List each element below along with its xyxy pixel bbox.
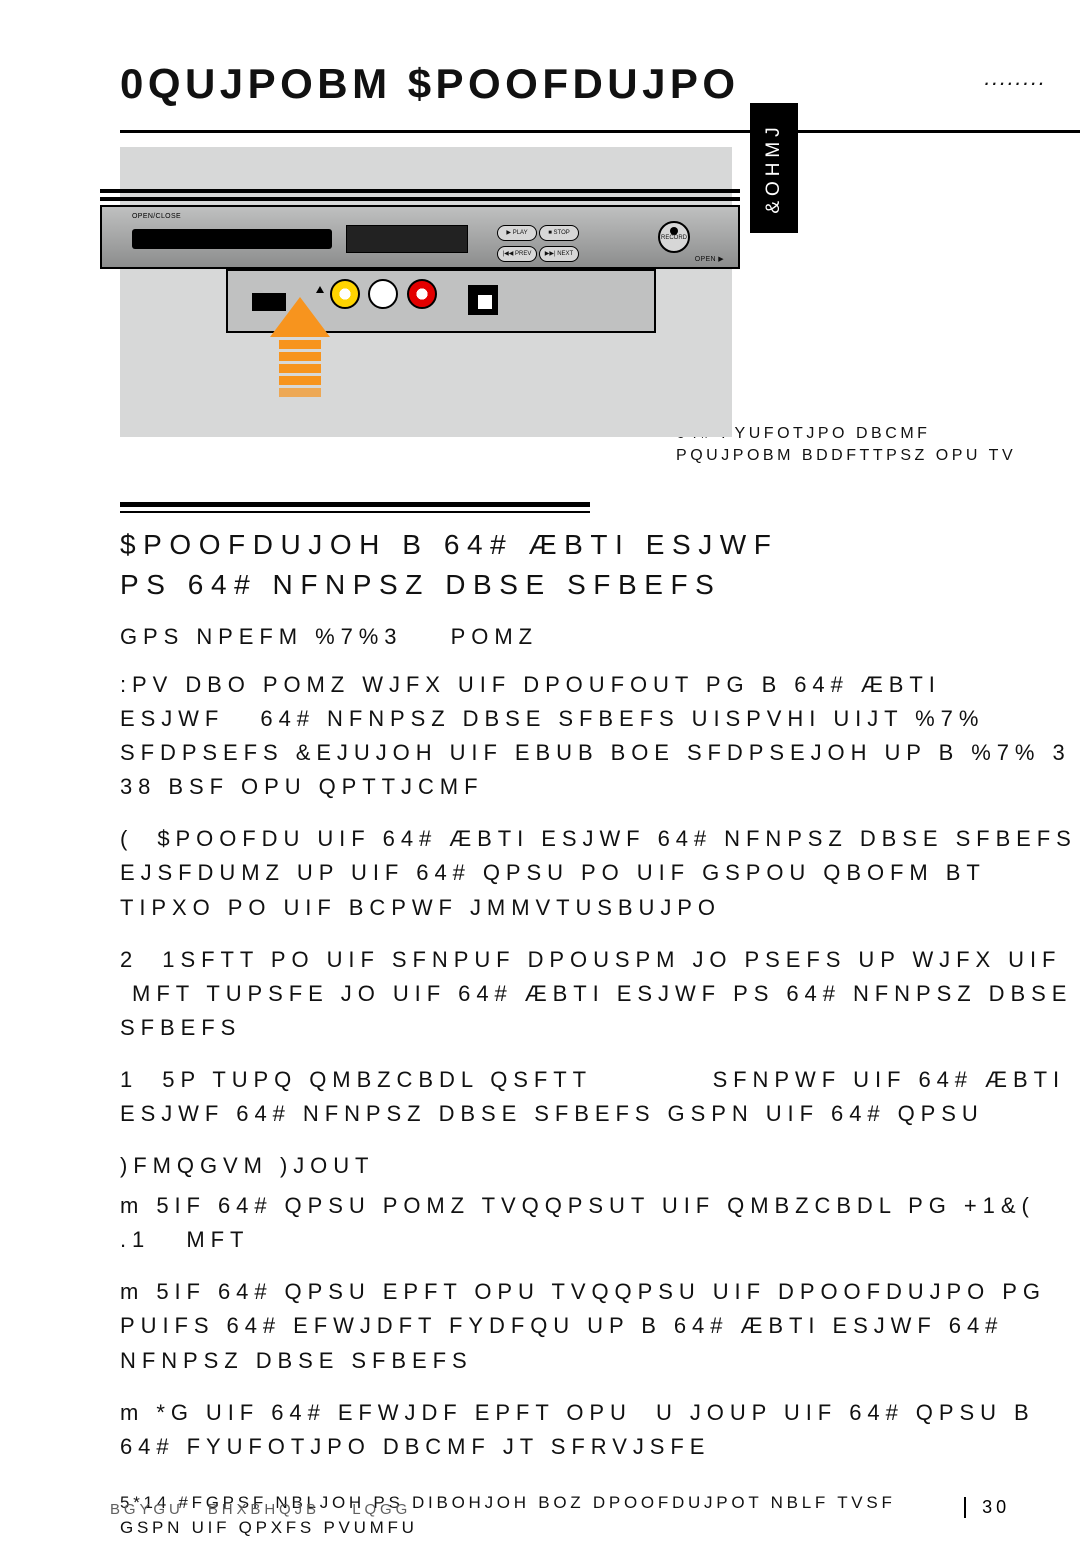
transport-buttons: ▶ PLAY■ STOP |◀◀ PREV▶▶| NEXT [496,221,646,263]
dv-port-icon [468,285,498,315]
hint-3: m *G UIF 64# EFWJDF EPFT OPU U JOUP UIF … [120,1396,1080,1464]
disc-slot [132,229,332,249]
page-number: 30 [964,1497,1010,1518]
page-footer: BGYGU BHXBHQJB LQGG 30 [110,1493,990,1518]
play-button-icon: ▶ PLAY [497,225,537,241]
footer-filename: BGYGU BHXBHQJB LQGG [110,1501,411,1518]
hints-heading: )FMQGVM )JOUT [120,1149,1080,1183]
page-title-continued: ········ [983,70,1045,96]
illustration-caption: 64# FYUFOTJPO DBCMF PQUJPOBM BDDFTTPSZ O… [676,423,1080,468]
intro-paragraph: :PV DBO POMZ WJFX UIF DPOUFOUT PG B 64# … [120,668,1080,804]
callout-arrow-icon [270,297,330,407]
step-2: 2 1SFTT PO UIF SFNPUF DPOUSPM JO PSEFS U… [120,943,1080,1045]
section-title-line1: $POOFDUJOH B 64# ÆBTI ESJWF [120,525,1080,566]
next-button-icon: ▶▶| NEXT [539,246,579,262]
step-1: ( $POOFDU UIF 64# ÆBTI ESJWF 64# NFNPSZ … [120,822,1080,924]
device-illustration: OPEN/CLOSE ▶ PLAY■ STOP |◀◀ PREV▶▶| NEXT… [120,147,732,437]
open-close-label: OPEN/CLOSE [132,213,181,220]
page-title-row: 0QUJPOBM $POOFDUJPO ········ [120,60,1080,120]
record-button-icon: RECORD [658,221,690,253]
open-flap-label: OPEN ▶ [695,255,724,263]
audio-l-jack-icon [368,279,398,309]
prev-button-icon: |◀◀ PREV [497,246,537,262]
title-underline [120,130,1080,133]
language-tab: &OHMJ [750,103,798,233]
page-title: 0QUJPOBM $POOFDUJPO [120,60,740,107]
hint-1: m 5IF 64# QPSU POMZ TVQQPSUT UIF QMBZCBD… [120,1189,1080,1257]
tips-line2: GSPN UIF QPXFS PVUMFU [120,1515,1080,1541]
video-jack-icon [330,279,360,309]
model-restriction: GPS NPEFM %7%3 POMZ [120,624,1080,650]
audio-r-jack-icon [407,279,437,309]
language-tab-label: &OHMJ [763,122,785,213]
section-title-line2: PS 64# NFNPSZ DBSE SFBEFS [120,565,1080,606]
section-heading: $POOFDUJOH B 64# ÆBTI ESJWF PS 64# NFNPS… [120,502,1080,606]
display-window [346,225,468,253]
hint-2: m 5IF 64# QPSU EPFT OPU TVQQPSU UIF DPOO… [120,1275,1080,1377]
stop-button-icon: ■ STOP [539,225,579,241]
step-3: 1 5P TUPQ QMBZCBDL QSFTT SFNPWF UIF 64# … [120,1063,1080,1131]
body-text: :PV DBO POMZ WJFX UIF DPOUFOUT PG B 64# … [120,668,1080,1464]
